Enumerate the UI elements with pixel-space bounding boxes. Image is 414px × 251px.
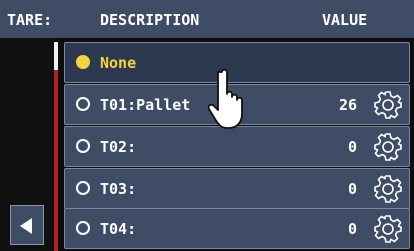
gear-icon[interactable] xyxy=(373,132,403,162)
gear-icon[interactable] xyxy=(373,174,403,204)
tare-row-t03[interactable]: T03: 0 xyxy=(64,168,410,209)
tare-value: 26 xyxy=(338,96,357,114)
tare-header-label: TARE: xyxy=(7,11,53,29)
tare-description: T02: xyxy=(100,138,137,156)
tare-description: None xyxy=(100,54,137,72)
radio-unselected-icon xyxy=(76,181,90,195)
scrollbar-thumb[interactable] xyxy=(54,42,58,70)
table-header: TARE: DESCRIPTION VALUE xyxy=(0,0,414,38)
radio-unselected-icon xyxy=(76,139,90,153)
radio-unselected-icon xyxy=(76,221,90,235)
tare-value: 0 xyxy=(347,220,357,238)
scrollbar-track[interactable] xyxy=(54,42,58,251)
description-header-label: DESCRIPTION xyxy=(100,11,200,29)
back-button[interactable] xyxy=(10,205,44,245)
left-triangle-icon xyxy=(20,218,32,234)
tare-description: T04: xyxy=(100,220,137,238)
pointing-hand-icon xyxy=(208,68,243,129)
gear-icon[interactable] xyxy=(373,214,403,244)
tare-description: T03: xyxy=(100,180,137,198)
value-header-label: VALUE xyxy=(322,11,368,29)
tare-value: 0 xyxy=(347,138,357,156)
tare-value: 0 xyxy=(347,180,357,198)
gear-icon[interactable] xyxy=(373,90,403,120)
radio-selected-icon xyxy=(76,55,90,69)
tare-description: T01:Pallet xyxy=(100,96,191,114)
radio-unselected-icon xyxy=(76,97,90,111)
tare-row-t04[interactable]: T04: 0 xyxy=(64,208,410,249)
